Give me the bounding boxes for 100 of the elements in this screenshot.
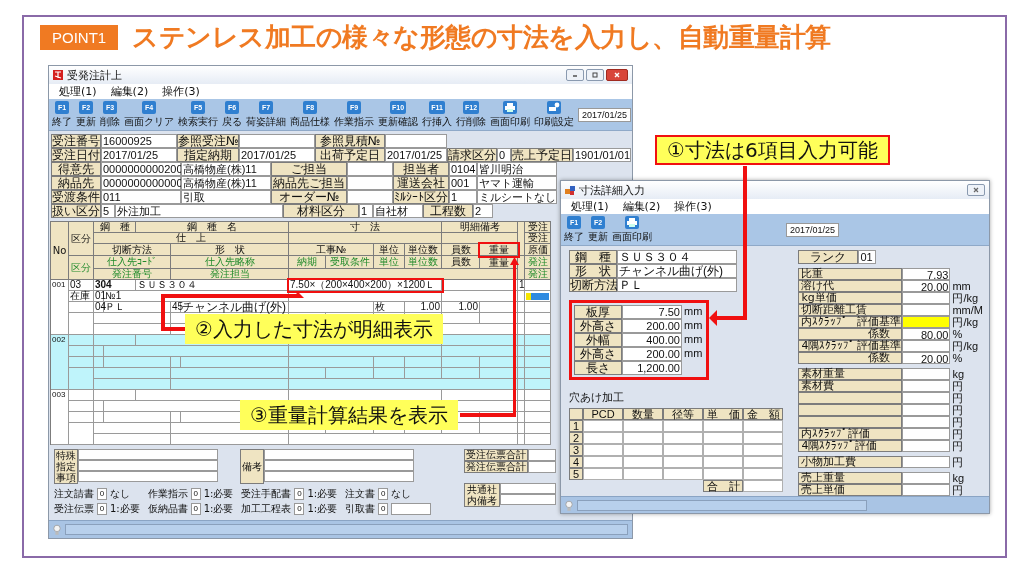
text-field[interactable]: 1,200.00	[622, 361, 682, 375]
table-cell[interactable]	[743, 432, 783, 444]
table-cell[interactable]	[703, 432, 743, 444]
text-field[interactable]: ＳＵＳ３０４	[617, 250, 737, 264]
text-field[interactable]	[78, 471, 218, 482]
text-field[interactable]	[347, 190, 393, 204]
option-field[interactable]: 0	[378, 502, 389, 515]
text-field[interactable]	[902, 404, 951, 416]
option-field[interactable]: 0	[378, 487, 389, 500]
minimize-button[interactable]	[566, 69, 584, 81]
text-field[interactable]: 7.93	[902, 268, 951, 280]
toolbar-button[interactable]: 画面印刷	[490, 100, 530, 129]
menu-item[interactable]: 操作(3)	[674, 199, 712, 214]
text-field[interactable]	[902, 428, 951, 440]
table-cell[interactable]	[623, 420, 663, 432]
toolbar-button[interactable]: 印刷設定	[534, 100, 574, 129]
text-field[interactable]: 2017/01/25	[385, 148, 447, 162]
table-cell[interactable]	[663, 468, 703, 480]
text-field[interactable]: 5	[101, 204, 115, 218]
text-field[interactable]: 0	[497, 148, 511, 162]
text-field[interactable]	[347, 162, 393, 176]
text-field[interactable]	[902, 380, 951, 392]
text-field[interactable]	[264, 449, 414, 460]
text-field[interactable]	[902, 368, 951, 380]
text-field[interactable]: 2017/01/25	[239, 148, 315, 162]
text-field[interactable]	[902, 340, 951, 352]
option-field[interactable]: 0	[97, 502, 107, 515]
text-field[interactable]: 高橋物産(株)11	[181, 162, 271, 176]
text-field[interactable]: 高橋物産(株)11	[181, 176, 271, 190]
text-field[interactable]: 自社材	[373, 204, 423, 218]
date-field[interactable]: 2017/01/25	[786, 222, 840, 237]
table-cell[interactable]	[703, 468, 743, 480]
text-field[interactable]: 20.00	[902, 352, 951, 364]
table-cell[interactable]	[743, 468, 783, 480]
text-field[interactable]	[239, 134, 315, 148]
text-field[interactable]: ミルシートなし	[477, 190, 557, 204]
text-field[interactable]	[391, 502, 432, 515]
text-field[interactable]	[902, 472, 951, 484]
table-cell[interactable]	[583, 456, 623, 468]
table-cell[interactable]	[623, 444, 663, 456]
table-cell[interactable]	[583, 468, 623, 480]
table-cell[interactable]	[703, 456, 743, 468]
text-field[interactable]	[347, 176, 393, 190]
text-field[interactable]	[902, 484, 951, 496]
text-field[interactable]: 2017/01/25	[101, 148, 177, 162]
menu-item[interactable]: 処理(1)	[571, 199, 609, 214]
text-field[interactable]: 外注加工	[115, 204, 283, 218]
text-field[interactable]	[528, 449, 556, 461]
text-field[interactable]: 1	[449, 190, 477, 204]
table-cell[interactable]	[703, 420, 743, 432]
toolbar-button[interactable]: 画面印刷	[612, 215, 652, 244]
text-field[interactable]: 20.00	[902, 280, 951, 292]
menu-item[interactable]: 編集(2)	[622, 199, 661, 214]
table-cell[interactable]	[623, 456, 663, 468]
text-field[interactable]: チャンネル曲げ(外)	[617, 264, 737, 278]
text-field[interactable]: 01	[858, 250, 877, 264]
text-field[interactable]: 1901/01/01	[573, 148, 631, 162]
text-field[interactable]: ＰＬ	[617, 278, 737, 292]
text-field[interactable]: 7.50	[622, 305, 682, 319]
table-cell[interactable]	[663, 444, 703, 456]
text-field[interactable]	[78, 460, 218, 471]
table-cell[interactable]	[663, 432, 703, 444]
table-cell[interactable]	[583, 432, 623, 444]
text-field[interactable]: 200.00	[622, 347, 682, 361]
text-field[interactable]: 001	[449, 176, 477, 190]
text-field[interactable]	[902, 316, 951, 328]
table-cell[interactable]	[623, 432, 663, 444]
text-field[interactable]: 1	[359, 204, 373, 218]
text-field[interactable]: 400.00	[622, 333, 682, 347]
text-field[interactable]	[528, 461, 556, 473]
table-cell[interactable]	[583, 444, 623, 456]
table-cell[interactable]	[743, 456, 783, 468]
menu-item[interactable]: 処理(1)	[59, 84, 97, 99]
text-field[interactable]	[902, 392, 951, 404]
text-field[interactable]: ヤマト運輸	[477, 176, 557, 190]
table-cell[interactable]	[703, 444, 743, 456]
text-field[interactable]	[78, 449, 218, 460]
option-field[interactable]: 0	[294, 502, 305, 515]
text-field[interactable]	[902, 456, 951, 468]
table-cell[interactable]	[743, 420, 783, 432]
text-field[interactable]: 200.00	[622, 319, 682, 333]
option-field[interactable]: 0	[190, 487, 201, 500]
text-field[interactable]	[902, 292, 951, 304]
option-field[interactable]: 0	[190, 502, 201, 515]
text-field[interactable]: 16000925	[101, 134, 177, 148]
close-button[interactable]	[967, 184, 985, 196]
text-field[interactable]	[500, 494, 556, 505]
maximize-button[interactable]	[586, 69, 604, 81]
text-field[interactable]	[902, 304, 951, 316]
text-field[interactable]	[264, 460, 414, 471]
text-field[interactable]: 011	[101, 190, 181, 204]
menu-item[interactable]: 操作(3)	[162, 84, 200, 99]
text-field[interactable]: 皆川明治	[477, 162, 557, 176]
option-field[interactable]: 0	[97, 487, 107, 500]
menu-item[interactable]: 編集(2)	[110, 84, 149, 99]
text-field[interactable]	[902, 416, 951, 428]
text-field[interactable]: 80.00	[902, 328, 951, 340]
text-field[interactable]: 引取	[181, 190, 271, 204]
text-field[interactable]	[385, 134, 447, 148]
close-button[interactable]	[606, 69, 628, 81]
